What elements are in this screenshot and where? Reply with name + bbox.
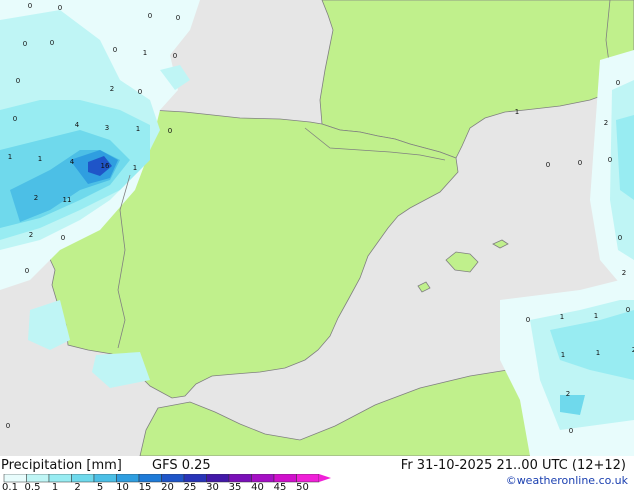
legend-swatch	[48, 474, 72, 483]
grid-value: 0	[148, 12, 152, 20]
grid-value: 3	[105, 124, 109, 132]
legend-tick-label: 40	[251, 482, 264, 493]
grid-value: 0	[168, 127, 172, 135]
grid-value: 2	[29, 231, 33, 239]
grid-value: 2	[604, 119, 608, 127]
grid-value: 4	[70, 158, 75, 166]
grid-value: 1	[8, 153, 12, 161]
grid-value: 0	[546, 161, 550, 169]
grid-value: 16	[101, 162, 110, 170]
legend-tick-label: 5	[96, 482, 104, 493]
map-footer: Precipitation [mm] GFS 0.25 Fr 31-10-202…	[0, 456, 634, 493]
legend-tick-label: 15	[138, 482, 152, 493]
grid-value: 0	[16, 77, 20, 85]
grid-value: 0	[616, 79, 620, 87]
grid-value: 0	[23, 40, 27, 48]
grid-value: 0	[113, 46, 117, 54]
grid-value: 2	[110, 85, 114, 93]
legend-tick-label: 35	[228, 482, 242, 493]
legend-tick-label: 0.1	[2, 482, 18, 493]
grid-value: 2	[622, 269, 626, 277]
legend-swatch	[206, 474, 230, 483]
legend-tick-label: 25	[183, 482, 197, 493]
valid-datetime: Fr 31-10-2025 21..00 UTC (12+12)	[400, 458, 626, 473]
grid-value: 2	[34, 194, 38, 202]
model-name: GFS 0.25	[152, 458, 211, 473]
grid-value: 0	[176, 14, 180, 22]
legend-tick-label: 20	[161, 482, 174, 493]
legend-swatch	[273, 474, 297, 483]
legend-tick-label: 10	[116, 482, 129, 493]
legend-swatch	[3, 474, 27, 483]
grid-value: 1	[38, 155, 42, 163]
grid-value: 1	[136, 125, 140, 133]
grid-value: 0	[61, 234, 65, 242]
legend-swatch	[138, 474, 162, 483]
precipitation-map: 0 0 0 0 0 0 1 0 0 2 0 0 0 4 3 1 0 1 1 4 …	[0, 0, 634, 456]
legend-swatch	[228, 474, 252, 483]
grid-value: 0	[13, 115, 17, 123]
grid-value: 1	[143, 49, 147, 57]
grid-value: 0	[58, 4, 62, 12]
legend-swatch	[116, 474, 140, 483]
grid-value: 1	[596, 349, 600, 357]
grid-value: 0	[608, 156, 612, 164]
grid-value: 0	[526, 316, 530, 324]
legend-swatch	[71, 474, 95, 483]
grid-value: 0	[50, 39, 54, 47]
map-title: Precipitation [mm]	[1, 458, 122, 473]
grid-value: 1	[594, 312, 598, 320]
legend-tick-label: 1	[51, 482, 59, 493]
legend-swatch	[26, 474, 50, 483]
grid-value: 1	[515, 108, 519, 116]
legend-tick-label: 2	[74, 482, 81, 493]
legend-tick-label: 0.5	[24, 482, 41, 493]
grid-value: 0	[25, 267, 29, 275]
legend-swatch	[93, 474, 117, 483]
credit-link[interactable]: ©weatheronline.co.uk	[506, 474, 628, 487]
grid-value: 0	[569, 427, 573, 435]
grid-value: 0	[626, 306, 630, 314]
grid-value: 4	[75, 121, 80, 129]
grid-value: 0	[28, 2, 32, 10]
grid-value: 1	[560, 313, 564, 321]
grid-value: 1	[133, 164, 137, 172]
grid-value: 11	[63, 196, 72, 204]
legend-arrow	[319, 474, 331, 482]
legend-tick-label: 50	[296, 482, 309, 493]
grid-value: 0	[578, 159, 582, 167]
legend-swatch	[251, 474, 275, 483]
legend-swatch	[183, 474, 207, 483]
grid-value: 0	[6, 422, 10, 430]
grid-value: 0	[173, 52, 177, 60]
legend-swatch	[296, 474, 320, 483]
grid-value: 0	[138, 88, 142, 96]
legend-tick-label: 30	[206, 482, 219, 493]
grid-value: 2	[566, 390, 570, 398]
grid-value: 1	[561, 351, 565, 359]
legend-tick-label: 45	[273, 482, 287, 493]
grid-value: 0	[618, 234, 622, 242]
legend-swatch	[161, 474, 185, 483]
